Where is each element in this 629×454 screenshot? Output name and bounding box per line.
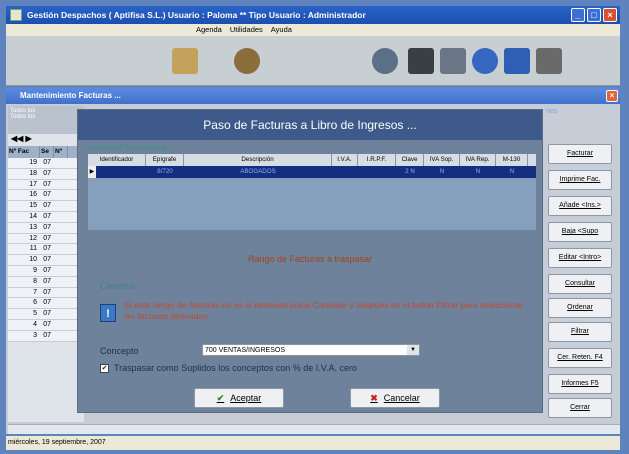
table-row[interactable]: 18 07 [8, 168, 84, 180]
grid-cell: ABOGADOS [240, 168, 276, 175]
grid-cell [332, 166, 358, 178]
horizontal-scrollbar[interactable] [8, 424, 620, 434]
invoice-list-panel: Todos los Todos los ◀◀ ▶ Nº Fac Se Nº 19… [8, 106, 84, 422]
table-row[interactable]: 16 07 [8, 190, 84, 202]
table-row[interactable]: 11 07 [8, 244, 84, 256]
table-row[interactable]: 17 07 [8, 179, 84, 191]
suplidos-checkbox-row[interactable]: ✔ Traspasar como Suplidos los conceptos … [100, 363, 357, 373]
grid-cell: N [475, 168, 481, 175]
table-row[interactable]: 8 07 [8, 276, 84, 288]
grid-column-header[interactable]: I.R.P.F. [358, 154, 396, 166]
folder-icon[interactable] [172, 48, 198, 74]
table-row[interactable]: 13 07 [8, 222, 84, 234]
child-window-title: Mantenimiento Facturas ... [20, 91, 121, 100]
list-header: Nº Fac Se Nº [8, 146, 84, 158]
grid-header: Identificador Epígrafe Descripción I.V.A. I.… [88, 154, 536, 166]
window-title: Gestión Despachos ( Aptifisa S.L.) Usuar… [27, 10, 366, 20]
table-row[interactable]: 7 07 [8, 287, 84, 299]
status-bar: miércoles, 19 septiembre, 2007 [6, 436, 620, 450]
globe-icon[interactable] [372, 48, 398, 74]
action-button-7[interactable]: Ordenar [548, 298, 612, 318]
grid-column-header[interactable]: IVA Rep. [460, 154, 496, 166]
table-row[interactable]: 19 07 [8, 158, 84, 169]
app-icon [10, 9, 22, 21]
grid-column-header[interactable]: Identificador [88, 154, 146, 166]
action-button-5[interactable]: Editar <Intro> [548, 248, 612, 268]
filter-headers: Todos los Todos los [8, 106, 84, 134]
info-icon: ! [100, 304, 116, 322]
action-button-4[interactable]: Baja <Supo [548, 222, 612, 242]
grid-cell: N [439, 168, 445, 175]
action-button-1[interactable]: Facturar [548, 144, 612, 164]
concept-select[interactable]: 700 VENTAS/INGRESOS ▼ [202, 344, 420, 356]
grid-cell: N [509, 168, 515, 175]
row-pointer-icon: ▶ [88, 166, 96, 178]
table-row[interactable]: 6 07 [8, 298, 84, 310]
action-button-3[interactable]: Añade <Ins.> [548, 196, 612, 216]
action-button-11[interactable]: Cerrar [548, 398, 612, 418]
maximize-button[interactable]: □ [587, 8, 601, 22]
transfer-dialog: Paso de Facturas a Libro de Ingresos ...… [78, 110, 542, 412]
action-button-10[interactable]: Informes F5 [548, 374, 612, 394]
chevron-down-icon[interactable]: ▼ [407, 345, 419, 355]
grid-column-header[interactable]: I.V.A. [332, 154, 358, 166]
minimize-button[interactable]: _ [571, 8, 585, 22]
info-text: Si este rango de facturas no es el desea… [124, 300, 524, 321]
help-icon[interactable] [472, 48, 498, 74]
grid-cell: 2 N [405, 168, 415, 175]
menu-agenda[interactable]: Agenda [196, 24, 222, 36]
action-button-2[interactable]: Imprime Fac. [548, 170, 612, 190]
invoice-rows: 19 07 18 07 17 07 16 07 15 07 14 07 13 07 12 07 11 07 10 07… [8, 158, 84, 342]
table-row[interactable]: 10 07 [8, 255, 84, 266]
table-row[interactable]: 4 07 [8, 319, 84, 331]
table-row[interactable]: 3 07 [8, 330, 84, 342]
info-message: ! Si este rango de facturas no es el des… [100, 300, 523, 334]
menu-ayuda[interactable]: Ayuda [271, 24, 292, 36]
calculator-icon[interactable] [408, 48, 434, 74]
menu-bar: Agenda Utilidades Ayuda [6, 24, 620, 36]
range-title: Rango de Facturas a traspasar [247, 254, 373, 264]
child-window-title-bar: Mantenimiento Facturas ... × [6, 88, 620, 104]
grid-column-header[interactable]: Epígrafe [146, 154, 184, 166]
table-row[interactable]: 14 07 [8, 211, 84, 223]
table-row[interactable]: 15 07 [8, 201, 84, 212]
client-label: Cliente/s [100, 281, 136, 291]
check-icon: ✔ [216, 392, 225, 403]
action-button-6[interactable]: Consultar [548, 274, 612, 294]
money-bag-icon[interactable] [234, 48, 260, 74]
table-row[interactable]: 12 07 [8, 233, 84, 245]
menu-utilidades[interactable]: Utilidades [230, 24, 263, 36]
cancel-button[interactable]: ✖ Cancelar [350, 388, 440, 408]
grid-column-header[interactable]: Clave [396, 154, 424, 166]
child-close-button[interactable]: × [606, 90, 618, 102]
grid-column-header[interactable]: Descripción [184, 154, 332, 166]
book-icon[interactable] [504, 48, 530, 74]
printer-icon[interactable] [440, 48, 466, 74]
grid-selected-row[interactable]: ▶ 8/720 ABOGADOS 2 N N N N [88, 166, 536, 178]
concept-label: Concepto [100, 346, 139, 356]
grid-cell: 8/720 [157, 168, 173, 175]
action-button-8[interactable]: Filtrar [548, 322, 612, 342]
top-right-label: nes [546, 108, 558, 115]
close-button[interactable]: × [603, 8, 617, 22]
action-button-9[interactable]: Cer. Reten. F4 [548, 348, 612, 368]
title-bar: Gestión Despachos ( Aptifisa S.L.) Usuar… [6, 6, 620, 24]
record-navigator[interactable]: ◀◀ ▶ [8, 134, 84, 146]
cross-icon: ✖ [370, 392, 378, 403]
suplidos-checkbox[interactable]: ✔ [100, 363, 109, 373]
table-row[interactable]: 9 07 [8, 265, 84, 277]
grid-cell [358, 166, 396, 178]
activity-grid: Identificador Epígrafe Descripción I.V.A. I.… [88, 154, 536, 230]
grid-cell [96, 166, 146, 178]
exit-icon[interactable] [536, 48, 562, 74]
dialog-title: Paso de Facturas a Libro de Ingresos ... [78, 110, 542, 140]
table-row[interactable]: 5 07 [8, 309, 84, 320]
action-button-panel: Facturar Imprime Fac. Añade <Ins.> Baja <Su… [540, 106, 620, 422]
economic-activity-label: Actividad Económica [88, 142, 167, 152]
toolbar [6, 36, 620, 86]
accept-button[interactable]: ✔ Aceptar [194, 388, 284, 408]
grid-column-header[interactable]: M-130 [496, 154, 528, 166]
grid-column-header[interactable]: IVA Sop. [424, 154, 460, 166]
